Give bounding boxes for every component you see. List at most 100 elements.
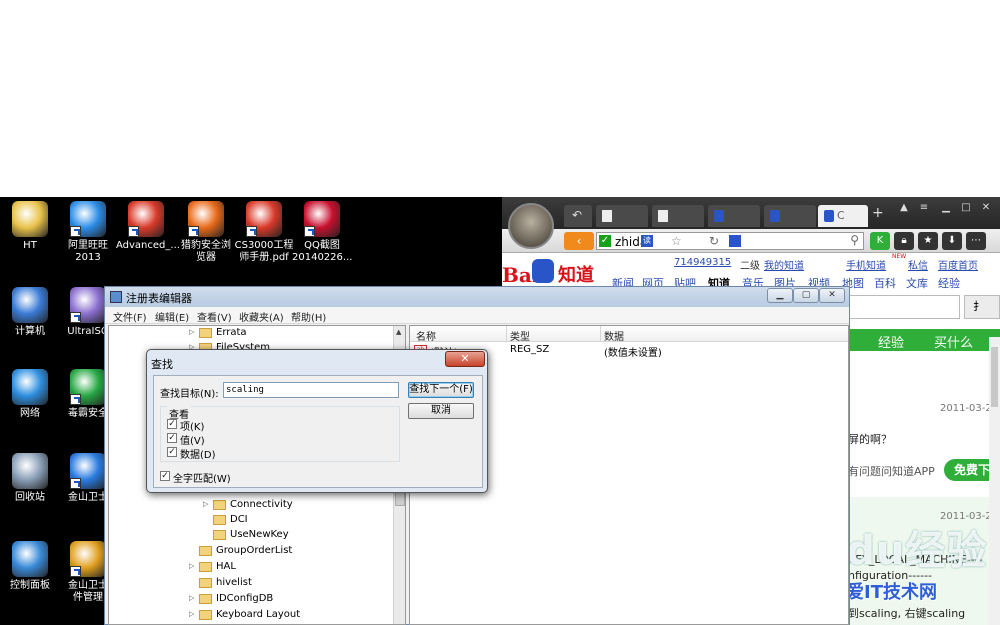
tree-node[interactable]: ▷ HAL: [189, 560, 389, 575]
page-scrollbar[interactable]: [989, 337, 1000, 625]
mobile-zhidao-link[interactable]: 手机知道: [846, 257, 886, 272]
desktop-icon-control-panel[interactable]: 控制面板: [0, 541, 60, 592]
search-icon[interactable]: ⚲: [850, 233, 859, 247]
close-icon[interactable]: ✕: [978, 201, 994, 215]
desktop-icon-advanced-pdf[interactable]: Advanced_...: [116, 201, 180, 252]
baidu-home-link[interactable]: 百度首页: [938, 257, 978, 272]
tree-node[interactable]: ▷ IDConfigDB: [189, 592, 389, 607]
baidu-paw-icon: [824, 210, 834, 222]
more-icon[interactable]: ⋯: [966, 232, 986, 250]
menu-item[interactable]: 查看(V): [197, 309, 232, 324]
expand-arrow-icon[interactable]: ▷: [189, 328, 194, 336]
desktop-icon-network[interactable]: 网络: [0, 369, 60, 420]
reload-icon[interactable]: ↻: [709, 234, 719, 248]
menu-item[interactable]: 文件(F): [113, 309, 147, 324]
maximize-icon[interactable]: □: [958, 201, 974, 215]
checkbox-whole-match-box[interactable]: ✓: [160, 471, 170, 481]
menu-item[interactable]: 收藏夹(A): [239, 309, 284, 324]
favorite-icon[interactable]: ★: [918, 232, 938, 250]
column-type[interactable]: 类型: [510, 328, 530, 343]
menu-icon[interactable]: ≡: [916, 201, 932, 215]
tree-node-label: DCI: [230, 514, 248, 525]
baidu-zhidao-logo[interactable]: Bai 知道: [502, 257, 598, 287]
tree-node[interactable]: GroupOrderList: [189, 544, 389, 559]
browser-tab-1[interactable]: [596, 205, 648, 227]
browser-tab-4[interactable]: [764, 205, 816, 227]
desktop-icon-label: HT: [23, 240, 37, 251]
secure-check-icon: ✓: [599, 235, 611, 247]
tree-node[interactable]: ▷ Errata: [189, 326, 389, 341]
user-id-link[interactable]: 714949315: [674, 257, 731, 268]
desktop-icon-qq-screenshot[interactable]: QQ截图 20140226...: [292, 201, 352, 264]
maximize-button[interactable]: ▢: [793, 288, 819, 303]
minimize-icon[interactable]: ▁: [938, 201, 954, 215]
desktop-icon-aliwangwang[interactable]: 阿里旺旺 2013: [58, 201, 118, 264]
find-close-button[interactable]: ✕: [445, 351, 485, 367]
find-dialog-title: 查找: [151, 358, 173, 371]
tree-node[interactable]: ▷ Keyboard Layout: [189, 608, 389, 623]
menu-item[interactable]: 编辑(E): [155, 309, 189, 324]
column-name[interactable]: 名称: [416, 328, 436, 343]
new-badge: NEW: [892, 253, 907, 260]
search-engine-icon[interactable]: [729, 235, 741, 247]
minimize-button[interactable]: ▁: [767, 288, 793, 303]
cancel-button[interactable]: 取消: [408, 403, 474, 419]
ext-k-icon[interactable]: K: [870, 232, 890, 250]
answer-line-3: 到scaling, 右键scaling: [848, 607, 966, 620]
lock-icon[interactable]: 🔒︎: [894, 232, 914, 250]
tree-node-label: Keyboard Layout: [216, 609, 301, 620]
scroll-thumb[interactable]: [991, 347, 998, 407]
find-next-button[interactable]: 查找下一个(F): [408, 382, 474, 398]
download-icon[interactable]: ⬇: [942, 232, 962, 250]
desktop-icon-folder-ht[interactable]: HT: [0, 201, 60, 252]
desktop-icon-recycle-bin[interactable]: 回收站: [0, 453, 60, 504]
tree-node[interactable]: UseNewKey: [203, 528, 403, 543]
checkbox-keys-box[interactable]: ✓: [167, 419, 177, 429]
skin-icon[interactable]: ▲: [896, 201, 912, 215]
tree-node[interactable]: ▷ Connectivity: [203, 498, 403, 513]
close-button[interactable]: ✕: [819, 288, 845, 303]
find-target-input[interactable]: scaling: [223, 382, 399, 398]
baidu-paw-icon: [714, 210, 724, 222]
find-dialog: 查找 ✕ 查找目标(N): scaling 查找下一个(F) 取消 查看 ✓ 项(…: [146, 349, 488, 493]
tree-node[interactable]: hivelist: [189, 576, 389, 591]
zhidao-search-button[interactable]: 扌: [964, 295, 1000, 319]
computer-icon: [12, 287, 48, 323]
folder-icon: [213, 500, 226, 510]
star-icon[interactable]: ☆: [671, 234, 682, 248]
private-msg-link[interactable]: 私信: [908, 257, 928, 272]
page-icon: [658, 210, 668, 222]
desktop-icon-cs3000-pdf[interactable]: CS3000工程 师手册.pdf: [234, 201, 294, 264]
checkbox-data-box[interactable]: ✓: [167, 447, 177, 457]
back-button[interactable]: ‹: [564, 232, 594, 250]
address-bar[interactable]: ✓ zhida 读 ☆ ↻ ⚲: [596, 232, 864, 250]
baidu-zhidao-header: Bai 知道 714949315 二级 我的知道 手机知道 NEW 私信 百度首…: [502, 253, 1000, 290]
user-level: 二级: [740, 261, 760, 272]
browser-tab-2[interactable]: [652, 205, 704, 227]
column-data[interactable]: 数据: [604, 328, 624, 343]
reader-icon[interactable]: 读: [641, 235, 653, 247]
back-history-icon[interactable]: ↶: [564, 205, 592, 227]
zhidao-search-input[interactable]: [848, 295, 960, 319]
desktop-icon-computer[interactable]: 计算机: [0, 287, 60, 338]
checkbox-values-box[interactable]: ✓: [167, 433, 177, 443]
scroll-up-icon[interactable]: ▲: [396, 328, 401, 336]
expand-arrow-icon[interactable]: ▷: [189, 562, 194, 570]
browser-tab-3[interactable]: [708, 205, 760, 227]
expand-arrow-icon[interactable]: ▷: [189, 610, 194, 618]
new-tab-icon[interactable]: +: [872, 205, 884, 221]
category-maishenme[interactable]: 买什么: [934, 332, 973, 351]
expand-arrow-icon[interactable]: ▷: [189, 594, 194, 602]
expand-arrow-icon[interactable]: ▷: [203, 500, 208, 508]
user-avatar[interactable]: [508, 203, 554, 249]
my-zhidao-link[interactable]: 我的知道: [764, 257, 804, 272]
tree-node[interactable]: DCI: [203, 513, 403, 528]
category-jingyan[interactable]: 经验: [878, 332, 904, 351]
cs3000-pdf-icon: [246, 201, 282, 237]
menu-item[interactable]: 帮助(H): [291, 309, 326, 324]
baidu-paw-logo-icon: [532, 259, 554, 283]
desktop-icon-liebao-browser[interactable]: 猎豹安全浏 览器: [176, 201, 236, 264]
regedit-menubar: 文件(F) 编辑(E) 查看(V) 收藏夹(A) 帮助(H): [105, 307, 849, 324]
browser-tab-active[interactable]: C: [818, 205, 868, 227]
regedit-titlebar[interactable]: 注册表编辑器 ▁ ▢ ✕: [105, 287, 849, 307]
